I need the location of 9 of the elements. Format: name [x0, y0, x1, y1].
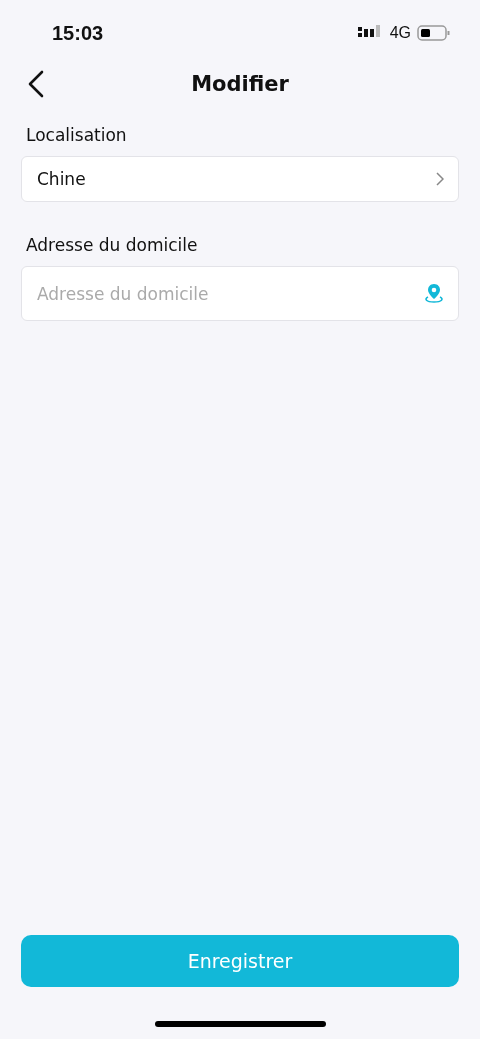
location-select[interactable]: Chine [21, 156, 459, 202]
status-time: 15:03 [52, 21, 104, 45]
chevron-icon [436, 172, 444, 186]
field-label: Localisation [26, 124, 128, 146]
field-label: Adresse du domicile [26, 234, 199, 256]
network-label: 4G [389, 24, 411, 42]
page-title: Modifier [191, 72, 289, 96]
address-field[interactable]: Adresse du domicile [21, 266, 459, 321]
battery-icon [417, 25, 450, 41]
